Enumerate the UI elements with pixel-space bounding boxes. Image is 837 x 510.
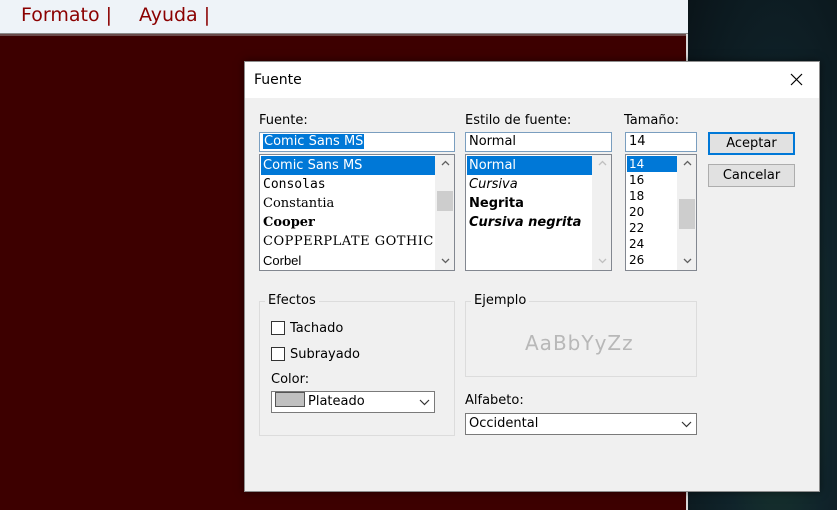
font-list-scrollbar[interactable]: [435, 155, 454, 270]
size-list-scrollbar[interactable]: [677, 155, 696, 270]
accept-button[interactable]: Aceptar: [708, 132, 795, 155]
close-icon: [790, 73, 803, 86]
scroll-thumb[interactable]: [679, 199, 695, 229]
scroll-up-arrow[interactable]: [678, 155, 696, 172]
font-list[interactable]: Comic Sans MS Consolas Constantia Cooper…: [259, 154, 455, 271]
effects-group: [259, 301, 455, 436]
chevron-down-icon: [681, 421, 692, 428]
script-select[interactable]: Occidental: [465, 413, 697, 435]
scroll-up-arrow[interactable]: [436, 155, 454, 172]
style-list-item[interactable]: Cursiva negrita: [467, 213, 593, 232]
size-list-item[interactable]: 14: [627, 156, 678, 172]
close-button[interactable]: [775, 62, 819, 98]
style-list-item[interactable]: Negrita: [467, 194, 593, 213]
menu-formato[interactable]: Formato |: [21, 4, 112, 26]
font-style-label: Estilo de fuente:: [465, 113, 572, 128]
script-select-value: Occidental: [469, 416, 539, 431]
effects-group-title: Efectos: [265, 293, 319, 308]
font-list-item[interactable]: Corbel: [261, 251, 436, 270]
sample-group-title: Ejemplo: [471, 293, 530, 308]
app-border: [0, 34, 688, 36]
menu-ayuda[interactable]: Ayuda |: [139, 4, 210, 26]
font-size-label: Tamaño:: [624, 113, 679, 128]
color-label: Color:: [271, 372, 310, 387]
font-size-value: 14: [629, 134, 646, 149]
scroll-thumb[interactable]: [437, 191, 453, 211]
dialog-title: Fuente: [254, 72, 302, 88]
font-label: Fuente:: [259, 113, 308, 128]
chevron-down-icon: [419, 399, 430, 406]
size-list-item[interactable]: 20: [627, 204, 678, 220]
font-size-list[interactable]: 14 16 18 20 22 24 26: [625, 154, 697, 271]
font-style-input[interactable]: Normal: [465, 132, 612, 152]
underline-checkbox[interactable]: [271, 347, 285, 361]
font-list-item[interactable]: Comic Sans MS: [261, 156, 436, 175]
menu-bar: Formato | Ayuda |: [0, 0, 688, 34]
chevron-up-icon: [598, 160, 607, 166]
size-list-item[interactable]: 26: [627, 252, 678, 268]
color-swatch: [275, 392, 305, 407]
style-list-item[interactable]: Cursiva: [467, 175, 593, 194]
color-select-value: Plateado: [308, 394, 365, 409]
font-list-item[interactable]: COPPERPLATE GOTHIC: [261, 232, 436, 251]
sample-preview-text: AaBbYyZz: [525, 331, 634, 355]
font-style-value: Normal: [469, 134, 517, 149]
font-name-value: Comic Sans MS: [263, 134, 365, 149]
font-dialog: Fuente Fuente: Comic Sans MS Comic Sans …: [244, 61, 820, 492]
strikeout-label[interactable]: Tachado: [290, 321, 343, 336]
font-name-input[interactable]: Comic Sans MS: [259, 132, 455, 152]
scroll-down-arrow[interactable]: [678, 253, 696, 270]
chevron-down-icon: [683, 258, 692, 264]
font-list-item[interactable]: Constantia: [261, 194, 436, 213]
chevron-up-icon: [441, 160, 450, 166]
color-select[interactable]: Plateado: [271, 391, 435, 413]
size-list-item[interactable]: 16: [627, 172, 678, 188]
chevron-up-icon: [683, 160, 692, 166]
chevron-down-icon: [441, 258, 450, 264]
scroll-down-arrow[interactable]: [436, 253, 454, 270]
scroll-up-arrow[interactable]: [593, 155, 611, 172]
chevron-down-icon: [598, 258, 607, 264]
style-list-item[interactable]: Normal: [467, 156, 593, 175]
underline-label: Subrayado: [290, 347, 360, 362]
size-list-item[interactable]: 22: [627, 220, 678, 236]
dialog-titlebar: Fuente: [245, 62, 819, 98]
font-style-list[interactable]: Normal Cursiva Negrita Cursiva negrita: [465, 154, 612, 271]
strikeout-checkbox[interactable]: [271, 321, 285, 335]
font-size-input[interactable]: 14: [625, 132, 697, 152]
font-list-item[interactable]: Consolas: [261, 175, 436, 194]
style-list-scrollbar[interactable]: [592, 155, 611, 270]
size-list-item[interactable]: 24: [627, 236, 678, 252]
font-list-item[interactable]: Cooper: [261, 213, 436, 232]
script-label: Alfabeto:: [465, 393, 524, 408]
scroll-down-arrow[interactable]: [593, 253, 611, 270]
cancel-button[interactable]: Cancelar: [708, 164, 795, 187]
size-list-item[interactable]: 18: [627, 188, 678, 204]
